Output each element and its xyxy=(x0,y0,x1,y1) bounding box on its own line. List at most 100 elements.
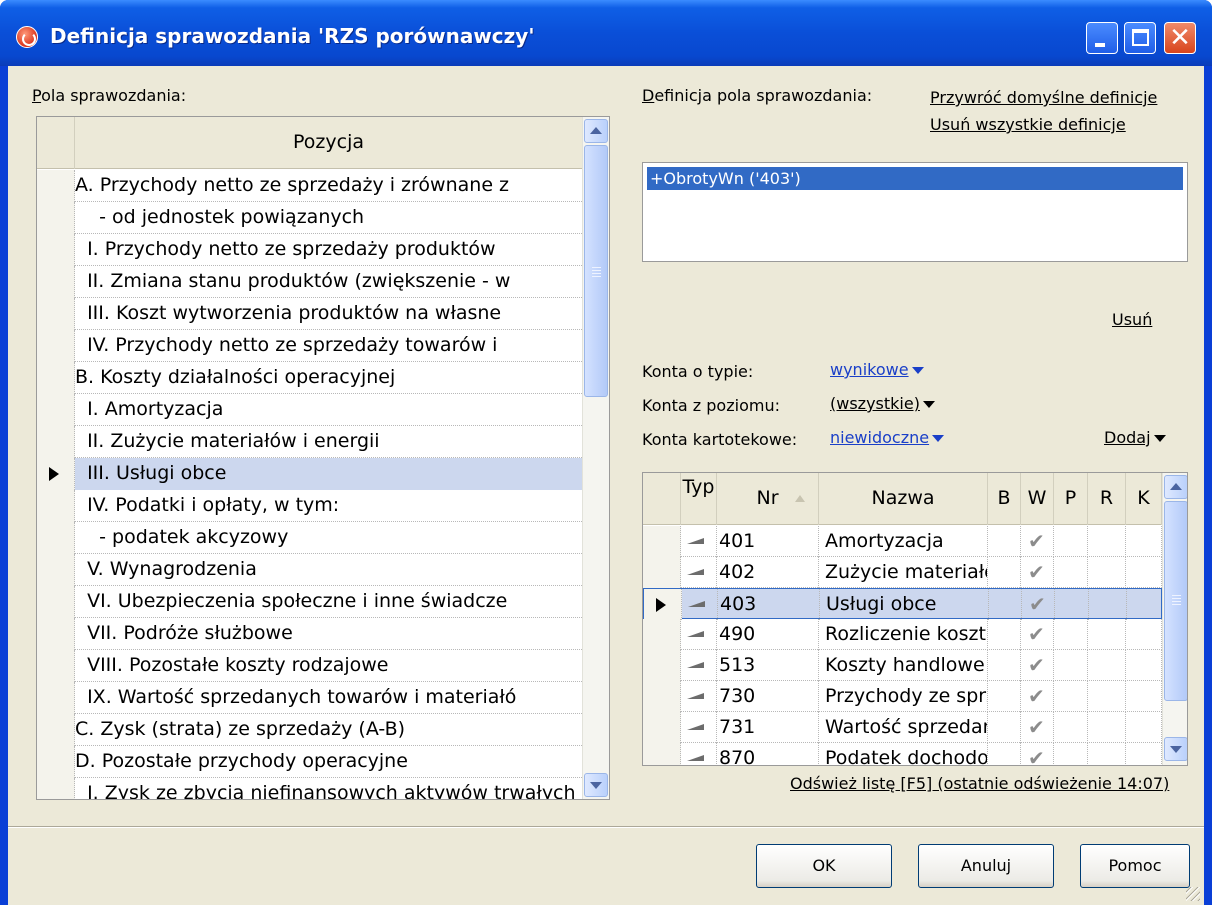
position-cell[interactable]: II. Zużycie materiałów i energii xyxy=(75,426,582,458)
account-row[interactable]: 513 Koszty handlowe ✔ xyxy=(643,650,1162,681)
report-field-row[interactable]: IV. Przychody netto ze sprzedaży towarów… xyxy=(37,330,582,362)
report-field-row[interactable]: VII. Podróże służbowe xyxy=(37,618,582,650)
w-cell[interactable]: ✔ xyxy=(1021,619,1054,650)
report-field-row[interactable]: - od jednostek powiązanych xyxy=(37,202,582,234)
row-indicator[interactable] xyxy=(643,712,681,743)
report-field-row[interactable]: I. Przychody netto ze sprzedaży produktó… xyxy=(37,234,582,266)
accounts-scrollbar[interactable] xyxy=(1162,473,1187,765)
scroll-up-button[interactable] xyxy=(584,119,608,143)
row-indicator[interactable] xyxy=(643,681,681,712)
p-cell[interactable] xyxy=(1054,526,1088,557)
account-row[interactable]: 403 Usługi obce ✔ xyxy=(643,588,1163,620)
account-level-dropdown[interactable]: (wszystkie) xyxy=(830,394,935,413)
row-indicator[interactable] xyxy=(37,202,75,234)
account-type-cell[interactable] xyxy=(681,619,717,650)
b-cell[interactable] xyxy=(988,650,1021,681)
account-row[interactable]: 730Przychody ze sprzedaży ✔ xyxy=(643,681,1162,712)
add-dropdown[interactable]: Dodaj xyxy=(1104,428,1166,447)
column-header-k[interactable]: K xyxy=(1126,473,1162,525)
accounts-grid[interactable]: Typ Nr Nazwa B W P R K 401 Amortyzacja ✔ 40… xyxy=(642,472,1188,766)
position-cell[interactable]: IX. Wartość sprzedanych towarów i materi… xyxy=(75,682,582,714)
report-field-row[interactable]: C. Zysk (strata) ze sprzedaży (A-B) xyxy=(37,714,582,746)
row-indicator[interactable] xyxy=(37,266,75,298)
account-number-cell[interactable]: 731 xyxy=(717,712,819,743)
maximize-button[interactable] xyxy=(1124,22,1156,54)
refresh-list-link[interactable]: Odśwież listę [F5] (ostatnie odświeżenie… xyxy=(790,774,1169,793)
report-field-row[interactable]: II. Zużycie materiałów i energii xyxy=(37,426,582,458)
position-cell[interactable]: VII. Podróże służbowe xyxy=(75,618,582,650)
report-field-row[interactable]: III. Koszt wytworzenia produktów na włas… xyxy=(37,298,582,330)
account-number-cell[interactable]: 401 xyxy=(717,526,819,557)
row-indicator[interactable] xyxy=(37,618,75,650)
p-cell[interactable] xyxy=(1054,619,1088,650)
r-cell[interactable] xyxy=(1088,681,1126,712)
position-cell[interactable]: I. Zysk ze zbycia niefinansowych aktywów… xyxy=(75,778,582,799)
account-number-cell[interactable]: 513 xyxy=(717,650,819,681)
b-cell[interactable] xyxy=(989,589,1022,620)
row-indicator[interactable] xyxy=(37,554,75,586)
position-cell[interactable]: D. Pozostałe przychody operacyjne xyxy=(75,746,582,778)
column-header-w[interactable]: W xyxy=(1021,473,1054,525)
help-button[interactable]: Pomoc xyxy=(1080,844,1190,888)
r-cell[interactable] xyxy=(1089,589,1127,620)
scroll-up-button[interactable] xyxy=(1164,475,1187,499)
column-header-r[interactable]: R xyxy=(1088,473,1126,525)
account-type-cell[interactable] xyxy=(682,589,718,620)
row-indicator[interactable] xyxy=(37,458,75,490)
position-cell[interactable]: VIII. Pozostałe koszty rodzajowe xyxy=(75,650,582,682)
b-cell[interactable] xyxy=(988,681,1021,712)
account-type-cell[interactable] xyxy=(681,681,717,712)
report-field-row[interactable]: I. Zysk ze zbycia niefinansowych aktywów… xyxy=(37,778,582,799)
account-name-cell[interactable]: Usługi obce xyxy=(820,589,989,620)
b-cell[interactable] xyxy=(988,743,1021,765)
row-indicator[interactable] xyxy=(37,586,75,618)
row-indicator[interactable] xyxy=(37,522,75,554)
k-cell[interactable] xyxy=(1126,526,1162,557)
column-header-typ[interactable]: Typ xyxy=(681,473,717,525)
r-cell[interactable] xyxy=(1088,526,1126,557)
report-field-row[interactable]: - podatek akcyzowy xyxy=(37,522,582,554)
report-fields-grid[interactable]: Pozycja A. Przychody netto ze sprzedaży … xyxy=(36,116,610,800)
p-cell[interactable] xyxy=(1054,557,1088,588)
w-cell[interactable]: ✔ xyxy=(1021,557,1054,588)
account-name-cell[interactable]: Koszty handlowe xyxy=(819,650,988,681)
account-type-cell[interactable] xyxy=(681,526,717,557)
account-type-dropdown[interactable]: wynikowe xyxy=(830,360,924,379)
column-header-b[interactable]: B xyxy=(988,473,1021,525)
row-indicator[interactable] xyxy=(644,589,682,620)
account-row[interactable]: 870Podatek dochodowy ✔ xyxy=(643,743,1162,765)
row-indicator[interactable] xyxy=(37,394,75,426)
account-row[interactable]: 401 Amortyzacja ✔ xyxy=(643,526,1162,557)
b-cell[interactable] xyxy=(988,557,1021,588)
row-indicator[interactable] xyxy=(37,746,75,778)
row-indicator[interactable] xyxy=(37,490,75,522)
account-number-cell[interactable]: 490 xyxy=(717,619,819,650)
column-header-nr[interactable]: Nr xyxy=(717,473,819,525)
b-cell[interactable] xyxy=(988,712,1021,743)
row-indicator[interactable] xyxy=(643,650,681,681)
k-cell[interactable] xyxy=(1126,650,1162,681)
position-cell[interactable]: VI. Ubezpieczenia społeczne i inne świad… xyxy=(75,586,582,618)
account-type-cell[interactable] xyxy=(681,712,717,743)
close-button[interactable]: ✕ xyxy=(1164,22,1196,54)
definition-list[interactable]: +ObrotyWn ('403') xyxy=(642,162,1188,262)
position-cell[interactable]: - od jednostek powiązanych xyxy=(75,202,582,234)
row-indicator[interactable] xyxy=(643,743,681,765)
account-name-cell[interactable]: Podatek dochodowy xyxy=(819,743,988,765)
report-field-row[interactable]: B. Koszty działalności operacyjnej xyxy=(37,362,582,394)
report-field-row[interactable]: A. Przychody netto ze sprzedaży i zrówna… xyxy=(37,170,582,202)
minimize-button[interactable] xyxy=(1086,22,1118,54)
account-row[interactable]: 402Zużycie materiałów ✔ xyxy=(643,557,1162,588)
report-field-row[interactable]: VI. Ubezpieczenia społeczne i inne świad… xyxy=(37,586,582,618)
account-name-cell[interactable]: Rozliczenie kosztów xyxy=(819,619,988,650)
report-field-row[interactable]: VIII. Pozostałe koszty rodzajowe xyxy=(37,650,582,682)
r-cell[interactable] xyxy=(1088,557,1126,588)
report-field-row[interactable]: V. Wynagrodzenia xyxy=(37,554,582,586)
clear-definitions-link[interactable]: Usuń wszystkie definicje xyxy=(930,115,1126,134)
account-row[interactable]: 731Wartość sprzedanych ✔ xyxy=(643,712,1162,743)
row-indicator[interactable] xyxy=(37,170,75,202)
position-cell[interactable]: V. Wynagrodzenia xyxy=(75,554,582,586)
scroll-down-button[interactable] xyxy=(584,773,608,797)
position-cell[interactable]: III. Usługi obce xyxy=(75,458,582,490)
p-cell[interactable] xyxy=(1054,681,1088,712)
